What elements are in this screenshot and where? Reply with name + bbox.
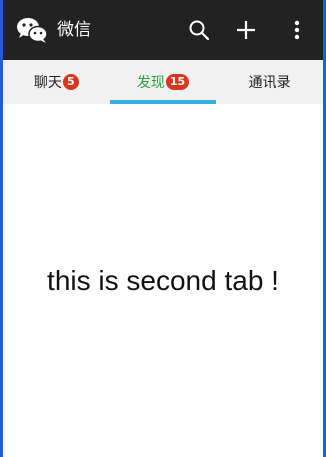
unread-badge: 5: [62, 74, 79, 90]
action-bar: 微信: [3, 0, 323, 60]
unread-badge: 15: [165, 74, 190, 90]
content-message: this is second tab !: [47, 264, 279, 296]
search-button[interactable]: [185, 16, 213, 44]
tab-contacts[interactable]: 通讯录: [216, 60, 323, 104]
app-title: 微信: [57, 20, 91, 40]
more-vertical-icon: [294, 20, 300, 40]
wechat-logo-icon: [15, 16, 49, 44]
tab-discover[interactable]: 发现 15: [109, 60, 217, 104]
tab-label: 发现: [136, 75, 165, 91]
app-screen: 微信 聊天 5 发现 15 通讯录 this is second tab !: [0, 0, 326, 457]
plus-icon: [237, 21, 255, 39]
tab-chats[interactable]: 聊天 5: [3, 60, 110, 104]
search-icon: [189, 20, 210, 41]
add-button[interactable]: [232, 16, 260, 44]
tab-label: 通讯录: [248, 75, 291, 91]
tab-content: this is second tab !: [3, 104, 323, 457]
tab-label: 聊天: [33, 75, 62, 91]
tab-bar: 聊天 5 发现 15 通讯录: [3, 60, 323, 104]
overflow-menu-button[interactable]: [283, 16, 311, 44]
